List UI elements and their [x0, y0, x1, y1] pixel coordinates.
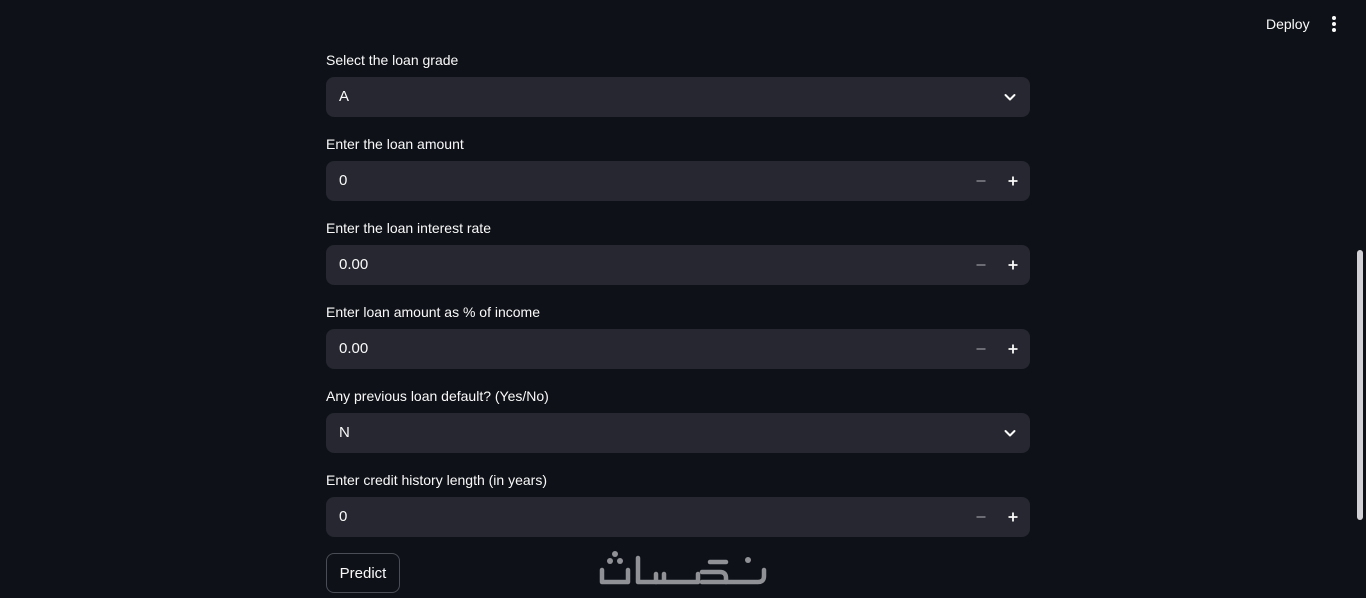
vertical-dots-icon-dot — [1332, 28, 1336, 32]
loan-amount-increment-button[interactable] — [997, 161, 1029, 201]
loan-percent-income-increment-button[interactable] — [997, 329, 1029, 369]
credit-history-input[interactable]: 0 — [326, 497, 1030, 537]
loan-amount-input[interactable]: 0 — [326, 161, 1030, 201]
plus-icon — [1008, 176, 1018, 186]
vertical-dots-icon-dot — [1332, 22, 1336, 26]
loan-amount-value: 0 — [339, 172, 348, 189]
loan-percent-income-label: Enter loan amount as % of income — [326, 304, 541, 320]
minus-icon — [976, 264, 986, 266]
main-menu-button[interactable] — [1324, 12, 1344, 36]
loan-grade-select[interactable]: A — [326, 77, 1030, 117]
predict-button[interactable]: Predict — [326, 553, 400, 593]
interest-rate-value: 0.00 — [339, 256, 369, 273]
loan-amount-label: Enter the loan amount — [326, 136, 464, 152]
plus-icon — [1008, 512, 1018, 522]
plus-icon — [1008, 260, 1018, 270]
interest-rate-increment-button[interactable] — [997, 245, 1029, 285]
khamsat-watermark-logo — [599, 551, 767, 585]
app-header: Deploy — [0, 0, 1366, 48]
chevron-down-icon — [1004, 94, 1016, 101]
credit-history-label: Enter credit history length (in years) — [326, 472, 547, 488]
previous-default-value: N — [339, 424, 350, 441]
minus-icon — [976, 180, 986, 182]
credit-history-decrement-button[interactable] — [965, 497, 997, 537]
loan-percent-income-value: 0.00 — [339, 340, 369, 357]
minus-icon — [976, 348, 986, 350]
loan-amount-decrement-button[interactable] — [965, 161, 997, 201]
loan-percent-income-input[interactable]: 0.00 — [326, 329, 1030, 369]
page-scrollbar[interactable] — [1357, 250, 1363, 520]
interest-rate-decrement-button[interactable] — [965, 245, 997, 285]
credit-history-value: 0 — [339, 508, 348, 525]
vertical-dots-icon — [1332, 16, 1336, 20]
chevron-down-icon — [1004, 430, 1016, 437]
minus-icon — [976, 516, 986, 518]
credit-history-increment-button[interactable] — [997, 497, 1029, 537]
interest-rate-input[interactable]: 0.00 — [326, 245, 1030, 285]
previous-default-select[interactable]: N — [326, 413, 1030, 453]
deploy-button[interactable]: Deploy — [1258, 13, 1318, 35]
previous-default-label: Any previous loan default? (Yes/No) — [326, 388, 549, 404]
loan-grade-label: Select the loan grade — [326, 52, 459, 68]
interest-rate-label: Enter the loan interest rate — [326, 220, 491, 236]
loan-grade-value: A — [339, 88, 350, 105]
plus-icon — [1008, 344, 1018, 354]
loan-percent-income-decrement-button[interactable] — [965, 329, 997, 369]
